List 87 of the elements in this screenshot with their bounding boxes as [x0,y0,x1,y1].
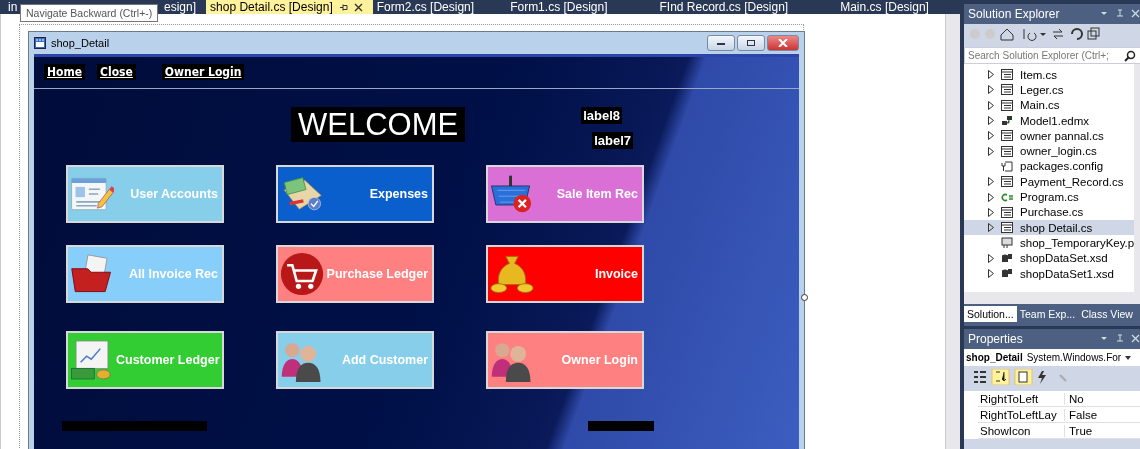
expand-arrow-icon[interactable] [988,223,994,233]
welcome-heading: WELCOME [291,107,466,142]
tree-item[interactable]: shop Detail.cs [964,219,1135,236]
dataset-file-icon [1001,252,1013,264]
tree-item[interactable]: Purchase.cs [964,204,1135,220]
property-name: RightToLeft [978,392,1065,405]
property-value[interactable]: False [1065,408,1098,421]
dataset-file-icon [1001,268,1013,279]
partial-label-block [588,421,654,431]
close-button[interactable] [767,35,799,51]
expand-arrow-icon[interactable] [988,207,994,217]
tree-item[interactable]: shopDataSet1.xsd [964,265,1135,282]
expand-arrow-icon[interactable] [988,131,994,141]
form-file-icon [1001,145,1013,157]
search-field[interactable]: Search Solution Explorer (Ctrl+; [964,47,1140,64]
form-file-icon [1001,84,1013,96]
tree-item[interactable]: Model1.edmx [964,112,1135,129]
tree-item[interactable]: shopDataSet.xsd [964,250,1135,266]
expand-arrow-icon[interactable] [988,116,994,126]
csharp-file-icon [1001,191,1013,203]
minimize-icon [716,40,726,46]
expand-arrow-icon[interactable] [988,70,994,80]
tree-item[interactable]: Leger.cs [964,82,1135,98]
certificate-file-icon [1001,237,1013,249]
property-value[interactable]: True [1065,424,1093,437]
maximize-icon [746,39,756,47]
label-text: label7 [592,132,634,149]
close-icon[interactable] [353,2,363,12]
close-icon [778,39,788,47]
tree-item[interactable]: Item.cs [964,67,1135,83]
form-file-icon [1001,99,1013,111]
property-value[interactable]: No [1065,392,1084,405]
document-tab[interactable]: Form2.cs [Design] [372,0,485,14]
tree-item[interactable]: packages.config [964,158,1135,175]
panel-tab[interactable]: Solution... [964,306,1017,322]
property-name: RightToLeftLay [978,408,1065,421]
expand-arrow-icon[interactable] [988,85,994,95]
tree-item[interactable]: owner_login.cs [964,143,1135,159]
tree-item[interactable]: Main.cs [964,97,1135,113]
panel-tab[interactable]: Team Exp... [1016,306,1079,322]
expand-arrow-icon[interactable] [988,192,994,202]
document-tab[interactable]: FInd Record.cs [Design] [633,0,815,14]
property-name: ShowIcon [978,424,1065,437]
config-file-icon [1001,160,1013,172]
cart-icon [280,252,324,296]
form-file-icon [1001,206,1013,218]
search-icon[interactable] [1124,49,1136,62]
menu-tile-button[interactable]: Invoice [486,245,644,303]
form-file-icon [1001,222,1013,234]
window-controls-icon[interactable] [1100,334,1140,344]
panel-title: Solution Explorer [968,7,1060,21]
tree-item[interactable]: Program.cs [964,189,1135,205]
tree-item[interactable]: Payment_Record.cs [964,174,1135,190]
form-title: shop_Detail [51,37,110,49]
scrollbar[interactable] [964,292,1140,304]
minimize-button[interactable] [707,35,735,51]
document-tab[interactable]: Form1.cs [Design] [484,0,634,14]
model-file-icon [1001,115,1013,127]
menu-tile-button[interactable]: Expenses [276,165,434,223]
pin-icon[interactable] [338,2,348,12]
chart-icon [70,338,114,382]
expand-arrow-icon[interactable] [988,100,994,110]
dropdown-icon[interactable] [1125,355,1132,360]
resize-handle[interactable] [801,294,808,301]
menu-item[interactable]: Home [44,64,86,80]
panel-tab[interactable]: Class View [1078,306,1136,322]
document-tab[interactable]: Main.cs [Design] [814,0,955,14]
expand-arrow-icon[interactable] [988,253,994,263]
tree-item[interactable]: shop_TemporaryKey.p [964,235,1135,251]
form-file-icon [1001,69,1013,81]
object-selector[interactable]: shop_Detail System.Windows.For [964,349,1140,366]
menu-item[interactable]: Close [97,64,136,80]
expand-arrow-icon[interactable] [988,146,994,156]
label-text: label8 [581,107,623,124]
form-file-icon [1001,130,1013,142]
tooltip: Navigate Backward (Ctrl+-) [20,4,159,22]
panel-title: Properties [968,332,1023,346]
document-tab[interactable]: shop Detail.cs [Design] [206,0,373,14]
window-controls-icon[interactable] [1100,9,1140,19]
maximize-button[interactable] [737,35,765,51]
menu-item[interactable]: Owner Login [161,64,245,80]
form-file-icon [1001,176,1013,188]
tree-item[interactable]: owner pannal.cs [964,128,1135,144]
scrollbar[interactable] [945,14,960,449]
app-icon [34,37,46,49]
expand-arrow-icon[interactable] [988,177,994,187]
expand-arrow-icon[interactable] [988,269,994,278]
